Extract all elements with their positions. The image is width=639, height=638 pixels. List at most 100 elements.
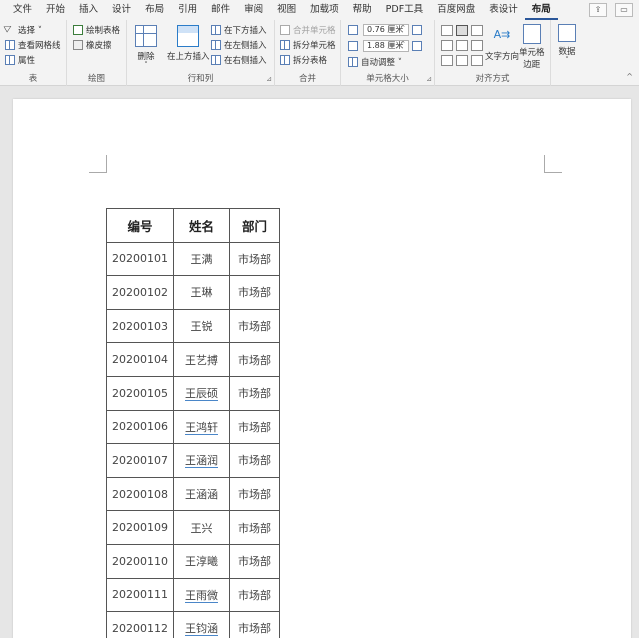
cell-department[interactable]: 市场部 bbox=[229, 409, 280, 445]
draw-table-icon bbox=[73, 25, 83, 35]
align-bottom-center-icon[interactable] bbox=[456, 55, 468, 66]
cell-department[interactable]: 市场部 bbox=[229, 275, 280, 310]
tab-help[interactable]: 帮助 bbox=[346, 0, 379, 20]
cell-id[interactable]: 20200109 bbox=[106, 510, 174, 545]
cell-id[interactable]: 20200111 bbox=[106, 577, 174, 613]
text-direction-button[interactable]: A⇉ 文字方向 bbox=[485, 24, 519, 62]
split-table-icon bbox=[280, 55, 290, 65]
cell-id[interactable]: 20200108 bbox=[106, 476, 174, 512]
select-button[interactable]: 选择 ˅ bbox=[5, 24, 42, 36]
tab-baidu-netdisk[interactable]: 百度网盘 bbox=[430, 0, 482, 20]
cell-department[interactable]: 市场部 bbox=[229, 443, 280, 478]
align-middle-right-icon[interactable] bbox=[471, 40, 483, 51]
draw-table-button[interactable]: 绘制表格 bbox=[73, 24, 120, 36]
cell-department[interactable]: 市场部 bbox=[229, 476, 280, 512]
properties-button[interactable]: 属性 bbox=[5, 54, 35, 66]
header-id[interactable]: 编号 bbox=[106, 208, 174, 243]
distribute-columns-icon[interactable] bbox=[412, 41, 422, 51]
cell-id[interactable]: 20200112 bbox=[106, 611, 174, 638]
align-bottom-right-icon[interactable] bbox=[471, 55, 483, 66]
insert-left-button[interactable]: 在左侧插入 bbox=[211, 39, 267, 51]
cell-department[interactable]: 市场部 bbox=[229, 241, 280, 277]
header-name[interactable]: 姓名 bbox=[173, 208, 230, 243]
cell-name[interactable]: 王锐 bbox=[173, 308, 230, 344]
cell-name[interactable]: 王琳 bbox=[173, 275, 230, 310]
cell-name[interactable]: 王兴 bbox=[173, 510, 230, 545]
align-middle-center-icon[interactable] bbox=[456, 40, 468, 51]
employee-table[interactable]: 编号 姓名 部门 20200101 王满 市场部 20200102 王琳 市场部… bbox=[106, 208, 280, 638]
tab-insert[interactable]: 插入 bbox=[72, 0, 105, 20]
tab-table-layout[interactable]: 布局 bbox=[524, 0, 558, 20]
cell-size-launcher-icon[interactable]: ⊿ bbox=[426, 75, 432, 83]
align-top-center-icon[interactable] bbox=[456, 25, 468, 36]
share-icon[interactable]: ⇪ bbox=[589, 3, 607, 17]
cell-id[interactable]: 20200101 bbox=[106, 241, 174, 277]
insert-above-button[interactable]: 在上方插入 bbox=[167, 25, 210, 62]
merge-cells-button[interactable]: 合并单元格 bbox=[280, 24, 336, 36]
align-middle-left-icon[interactable] bbox=[441, 40, 453, 51]
tab-addins[interactable]: 加载项 bbox=[303, 0, 346, 20]
tab-references[interactable]: 引用 bbox=[171, 0, 204, 20]
eraser-button[interactable]: 橡皮擦 bbox=[73, 39, 112, 51]
autofit-button[interactable]: 自动调整 ˅ bbox=[348, 56, 402, 68]
margin-corner-top-left bbox=[89, 155, 107, 173]
cell-name[interactable]: 王涵润 bbox=[173, 443, 230, 478]
cell-height-input[interactable]: 0.76 厘米 bbox=[363, 23, 409, 36]
group-merge: 合并单元格 拆分单元格 拆分表格 合并 bbox=[275, 20, 341, 86]
distribute-rows-icon[interactable] bbox=[412, 25, 422, 35]
insert-right-button[interactable]: 在右侧插入 bbox=[211, 54, 267, 66]
cell-name[interactable]: 王淳曦 bbox=[173, 543, 230, 579]
insert-below-button[interactable]: 在下方插入 bbox=[211, 24, 267, 36]
rows-columns-launcher-icon[interactable]: ⊿ bbox=[266, 75, 272, 83]
cell-margins-button[interactable]: 单元格 边距 bbox=[519, 24, 545, 70]
cell-id[interactable]: 20200107 bbox=[106, 443, 174, 478]
document-page[interactable]: 编号 姓名 部门 20200101 王满 市场部 20200102 王琳 市场部… bbox=[13, 99, 631, 638]
view-gridlines-button[interactable]: 查看网格线 bbox=[5, 39, 61, 51]
split-table-button[interactable]: 拆分表格 bbox=[280, 54, 327, 66]
cell-name[interactable]: 王雨微 bbox=[173, 577, 230, 613]
group-label-alignment: 对齐方式 bbox=[475, 74, 510, 84]
cell-id[interactable]: 20200102 bbox=[106, 275, 174, 310]
cell-id[interactable]: 20200103 bbox=[106, 308, 174, 344]
cell-department[interactable]: 市场部 bbox=[229, 375, 280, 411]
cell-department[interactable]: 市场部 bbox=[229, 543, 280, 579]
table-row: 20200106 王鸿轩 市场部 bbox=[106, 409, 280, 445]
data-button[interactable]: 数据 ˅ bbox=[558, 24, 576, 64]
tab-table-design[interactable]: 表设计 bbox=[482, 0, 525, 20]
align-top-left-icon[interactable] bbox=[441, 25, 453, 36]
cell-department[interactable]: 市场部 bbox=[229, 577, 280, 613]
tab-mailings[interactable]: 邮件 bbox=[204, 0, 237, 20]
comments-icon[interactable]: ▭ bbox=[615, 3, 633, 17]
cell-id[interactable]: 20200106 bbox=[106, 409, 174, 445]
collapse-ribbon-icon[interactable]: ^ bbox=[626, 72, 633, 81]
tab-design[interactable]: 设计 bbox=[105, 0, 138, 20]
cell-name[interactable]: 王涵涵 bbox=[173, 476, 230, 512]
cell-name[interactable]: 王钧涵 bbox=[173, 611, 230, 638]
split-cells-button[interactable]: 拆分单元格 bbox=[280, 39, 336, 51]
tab-view[interactable]: 视图 bbox=[270, 0, 303, 20]
header-department[interactable]: 部门 bbox=[229, 208, 280, 243]
cell-id[interactable]: 20200104 bbox=[106, 342, 174, 377]
cell-id[interactable]: 20200105 bbox=[106, 375, 174, 411]
cell-name[interactable]: 王满 bbox=[173, 241, 230, 277]
cell-name[interactable]: 王艺搏 bbox=[173, 342, 230, 377]
align-top-right-icon[interactable] bbox=[471, 25, 483, 36]
text-direction-icon: A⇉ bbox=[493, 28, 511, 41]
cell-width-input[interactable]: 1.88 厘米 bbox=[363, 39, 409, 52]
insert-below-icon bbox=[211, 25, 221, 35]
tab-review[interactable]: 审阅 bbox=[237, 0, 270, 20]
group-draw: 绘制表格 橡皮擦 绘图 bbox=[67, 20, 127, 86]
cell-department[interactable]: 市场部 bbox=[229, 611, 280, 638]
cell-department[interactable]: 市场部 bbox=[229, 308, 280, 344]
tab-home[interactable]: 开始 bbox=[39, 0, 72, 20]
delete-button[interactable]: 删除 ˅ bbox=[135, 25, 157, 69]
tab-file[interactable]: 文件 bbox=[6, 0, 39, 20]
cell-department[interactable]: 市场部 bbox=[229, 342, 280, 377]
cell-name[interactable]: 王鸿轩 bbox=[173, 409, 230, 445]
tab-page-layout[interactable]: 布局 bbox=[138, 0, 171, 20]
cell-id[interactable]: 20200110 bbox=[106, 543, 174, 579]
cell-department[interactable]: 市场部 bbox=[229, 510, 280, 545]
tab-pdf-tools[interactable]: PDF工具 bbox=[379, 0, 431, 20]
cell-name[interactable]: 王辰硕 bbox=[173, 375, 230, 411]
align-bottom-left-icon[interactable] bbox=[441, 55, 453, 66]
